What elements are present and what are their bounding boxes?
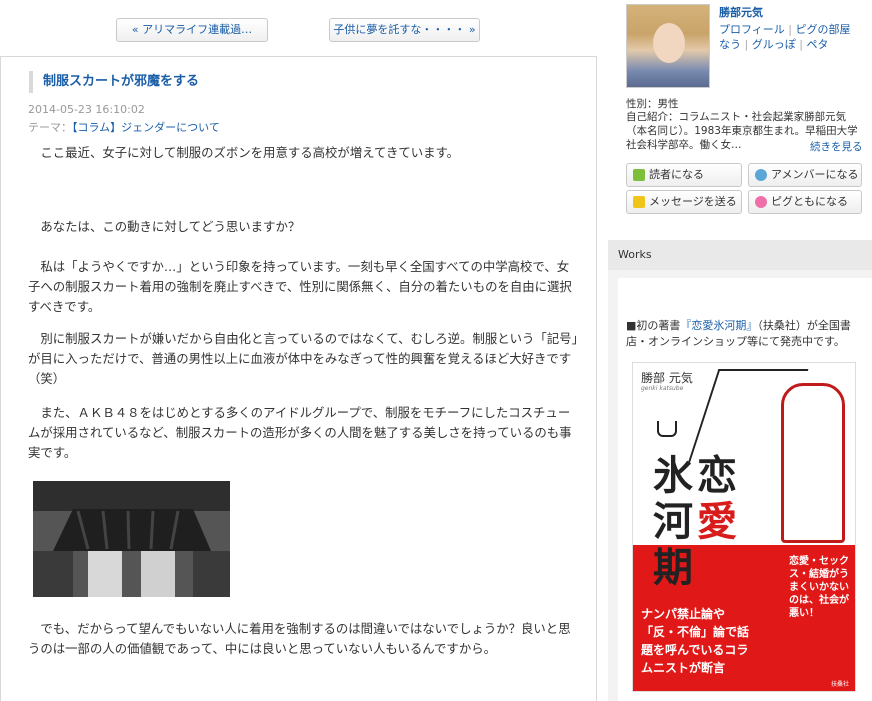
theme-link[interactable]: 【コラム】ジェンダーについて [72,121,220,134]
pigg-friend-button[interactable]: ピグともになる [748,190,862,214]
works-prefix: ■初の著書 [626,319,681,332]
group-link[interactable]: グルっぽ [752,38,796,51]
profile-box: 勝部元気 プロフィール | ピグの部屋 なう | グルっぽ | ペタ 性別：男性… [608,0,872,228]
send-message-label: メッセージを送る [649,195,737,208]
book-title-char-4: 河 [653,498,693,545]
book-title-char-1: 恋 [697,452,737,499]
send-message-button[interactable]: メッセージを送る [626,190,742,214]
book-title-char-5: 期 [653,544,693,591]
book-publisher: 扶桑社 [831,681,850,688]
paragraph-4: 別に制服スカートが嫌いだから自由化と言っているのではなくて、むしろ逆。制服という… [28,331,578,386]
chair-icon [781,383,845,543]
next-entry-link[interactable]: 子供に夢を託すな・・・・ » [329,18,480,42]
become-reader-label: 読者になる [649,168,704,181]
profile-name[interactable]: 勝部元気 [719,4,763,20]
paragraph-6: でも、だからって望んでもいない人に着用を強制するのは間違いではないでしょうか？良… [28,621,571,656]
article-photo [33,481,230,597]
avatar-face-icon [653,23,685,63]
profile-link[interactable]: プロフィール [719,23,785,36]
book-title-char-3: 氷 [653,452,693,499]
book-side-copy: 恋愛・セックス・結婚がうまくいかないのは、社会が悪い！ [789,556,849,619]
book-tagline: ナンパ禁止論や「反・不倫」論で話題を呼んでいるコラムニストが断言 [641,607,750,675]
article-date: 2014-05-23 16:10:02 [28,103,145,116]
paragraph-1: ここ最近、女子に対して制服のズボンを用意する高校が増えてきています。 [28,145,460,160]
pigg-friend-label: ピグともになる [771,195,848,208]
avatar[interactable] [626,4,710,88]
profile-links: プロフィール | ピグの部屋 なう | グルっぽ | ペタ [719,23,851,51]
works-heading: Works [608,240,872,270]
main-column: « アリマライフ連載過… 子供に夢を託すな・・・・ » 制服スカートが邪魔をする… [0,0,598,701]
paragraph-3: 私は「ようやくですか…」という印象を持っています。一刻も早く全国すべての中学高校… [28,259,572,314]
ameba-member-label: アメンバーになる [771,168,859,181]
blog-page: « アリマライフ連載過… 子供に夢を託すな・・・・ » 制服スカートが邪魔をする… [0,0,872,701]
entry-pager: « アリマライフ連載過… 子供に夢を託すな・・・・ » [0,18,598,44]
read-more-link[interactable]: 続きを見る [810,139,863,154]
peta-link[interactable]: ペタ [806,38,828,51]
sidebar: 勝部元気 プロフィール | ピグの部屋 なう | グルっぽ | ペタ 性別：男性… [608,0,872,701]
now-link[interactable]: なう [719,38,741,51]
book-author-en: genki katsube [641,385,684,392]
profile-sex: 性別：男性 [626,98,679,110]
paragraph-2: あなたは、この動きに対してどう思いますか？ [28,219,301,234]
article-title[interactable]: 制服スカートが邪魔をする [29,71,199,93]
paragraph-5: また、ＡＫＢ４８をはじめとする多くのアイドルグループで、制服をモチーフにしたコス… [28,405,572,460]
member-icon [755,169,767,181]
ameba-member-button[interactable]: アメンバーになる [748,163,862,187]
teacup-icon [657,421,677,437]
book-cover[interactable]: 勝部 元気 genki katsube 恋 愛 氷 河 期 ナンパ禁止論や「反・… [632,362,856,692]
book-title-char-2: 愛 [697,498,737,545]
prev-entry-link[interactable]: « アリマライフ連載過… [116,18,268,42]
works-content: ■初の著書『恋愛氷河期』（扶桑社）が全国書店・オンラインショップ等にて発売中です… [618,278,872,701]
skirt-photo-icon [33,481,230,597]
pigg-room-link[interactable]: ピグの部屋 [796,23,851,36]
book-author: 勝部 元気 [641,371,693,385]
article-theme: テーマ：【コラム】ジェンダーについて [28,119,220,135]
theme-label: テーマ： [28,121,72,134]
pigg-icon [755,196,767,208]
article: 制服スカートが邪魔をする 2014-05-23 16:10:02 テーマ：【コラ… [0,56,597,701]
works-box: Works ■初の著書『恋愛氷河期』（扶桑社）が全国書店・オンラインショップ等に… [608,240,872,701]
works-text: ■初の著書『恋愛氷河期』（扶桑社）が全国書店・オンラインショップ等にて発売中です… [626,318,862,350]
become-reader-button[interactable]: 読者になる [626,163,742,187]
book-icon [633,169,645,181]
book-link[interactable]: 『恋愛氷河期』 [680,319,757,332]
envelope-icon [633,196,645,208]
